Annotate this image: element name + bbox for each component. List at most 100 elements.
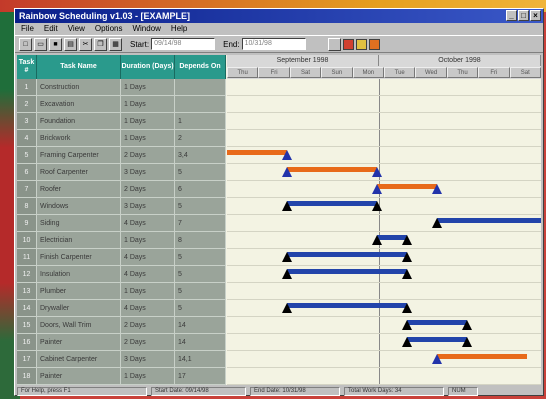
task-name[interactable]: Roofer [37, 181, 121, 197]
milestone-triangle[interactable] [432, 218, 442, 228]
color-red-button[interactable] [342, 38, 354, 50]
task-row[interactable]: 13 Plumber 1 Days 5 [17, 283, 226, 300]
task-duration[interactable]: 4 Days [121, 300, 175, 316]
task-depends[interactable]: 1 [175, 113, 226, 129]
task-depends[interactable] [175, 96, 226, 112]
task-depends[interactable]: 5 [175, 283, 226, 299]
task-name[interactable]: Drywaller [37, 300, 121, 316]
task-row[interactable]: 3 Foundation 1 Days 1 [17, 113, 226, 130]
paste-icon[interactable]: ▦ [109, 37, 122, 51]
task-num[interactable]: 6 [17, 164, 37, 180]
milestone-triangle[interactable] [282, 252, 292, 262]
task-name[interactable]: Finish Carpenter [37, 249, 121, 265]
task-duration[interactable]: 1 Days [121, 283, 175, 299]
task-num[interactable]: 18 [17, 368, 37, 384]
task-num[interactable]: 11 [17, 249, 37, 265]
task-depends[interactable]: 14,1 [175, 351, 226, 367]
task-duration[interactable]: 1 Days [121, 96, 175, 112]
gantt-bar[interactable] [287, 167, 377, 172]
col-header-duration[interactable]: Duration (Days) [121, 55, 175, 79]
task-name[interactable]: Roof Carpenter [37, 164, 121, 180]
milestone-triangle[interactable] [282, 303, 292, 313]
task-depends[interactable]: 5 [175, 198, 226, 214]
end-date-field[interactable]: 10/31/98 [241, 38, 306, 50]
task-duration[interactable]: 2 Days [121, 181, 175, 197]
task-row[interactable]: 17 Cabinet Carpenter 3 Days 14,1 [17, 351, 226, 368]
task-name[interactable]: Plumber [37, 283, 121, 299]
minimize-button[interactable]: _ [506, 10, 517, 21]
milestone-triangle[interactable] [402, 235, 412, 245]
task-duration[interactable]: 4 Days [121, 266, 175, 282]
milestone-triangle[interactable] [372, 201, 382, 211]
milestone-triangle[interactable] [282, 167, 292, 177]
task-row[interactable]: 12 Insulation 4 Days 5 [17, 266, 226, 283]
milestone-triangle[interactable] [402, 303, 412, 313]
menu-options[interactable]: Options [95, 23, 123, 35]
milestone-triangle[interactable] [432, 354, 442, 364]
maximize-button[interactable]: □ [518, 10, 529, 21]
task-depends[interactable] [175, 79, 226, 95]
milestone-triangle[interactable] [462, 337, 472, 347]
new-file-icon[interactable]: □ [19, 37, 32, 51]
task-duration[interactable]: 4 Days [121, 249, 175, 265]
task-duration[interactable]: 4 Days [121, 215, 175, 231]
milestone-triangle[interactable] [372, 184, 382, 194]
gantt-bar[interactable] [287, 303, 407, 308]
task-num[interactable]: 2 [17, 96, 37, 112]
gantt-chart-area[interactable] [227, 79, 541, 385]
milestone-triangle[interactable] [402, 252, 412, 262]
task-row[interactable]: 8 Windows 3 Days 5 [17, 198, 226, 215]
task-row[interactable]: 14 Drywaller 4 Days 5 [17, 300, 226, 317]
col-header-task-num[interactable]: Task # [17, 55, 37, 79]
task-depends[interactable]: 5 [175, 266, 226, 282]
task-depends[interactable]: 5 [175, 164, 226, 180]
milestone-triangle[interactable] [282, 269, 292, 279]
task-row[interactable]: 1 Construction 1 Days [17, 79, 226, 96]
task-row[interactable]: 10 Electrician 1 Days 8 [17, 232, 226, 249]
task-name[interactable]: Excavation [37, 96, 121, 112]
menu-window[interactable]: Window [132, 23, 160, 35]
menu-view[interactable]: View [68, 23, 85, 35]
gantt-bar[interactable] [407, 320, 467, 325]
task-duration[interactable]: 2 Days [121, 147, 175, 163]
task-duration[interactable]: 1 Days [121, 368, 175, 384]
title-bar[interactable]: Rainbow Scheduling v1.03 - [EXAMPLE] _ □… [15, 9, 543, 23]
milestone-triangle[interactable] [432, 184, 442, 194]
task-row[interactable]: 4 Brickwork 1 Days 2 [17, 130, 226, 147]
task-name[interactable]: Painter [37, 334, 121, 350]
milestone-triangle[interactable] [402, 269, 412, 279]
menu-file[interactable]: File [21, 23, 34, 35]
task-duration[interactable]: 1 Days [121, 232, 175, 248]
task-duration[interactable]: 2 Days [121, 317, 175, 333]
start-date-field[interactable]: 09/14/98 [151, 38, 216, 50]
save-icon[interactable]: ■ [49, 37, 62, 51]
milestone-triangle[interactable] [282, 201, 292, 211]
col-header-task-name[interactable]: Task Name [37, 55, 121, 79]
milestone-triangle[interactable] [282, 150, 292, 160]
task-num[interactable]: 7 [17, 181, 37, 197]
menu-edit[interactable]: Edit [44, 23, 58, 35]
task-duration[interactable]: 3 Days [121, 351, 175, 367]
task-duration[interactable]: 3 Days [121, 164, 175, 180]
close-button[interactable]: × [530, 10, 541, 21]
gantt-bar[interactable] [287, 269, 407, 274]
task-row[interactable]: 5 Framing Carpenter 2 Days 3,4 [17, 147, 226, 164]
gantt-bar[interactable] [407, 337, 467, 342]
task-duration[interactable]: 1 Days [121, 130, 175, 146]
gantt-bar[interactable] [377, 184, 437, 189]
task-name[interactable]: Insulation [37, 266, 121, 282]
task-name[interactable]: Electrician [37, 232, 121, 248]
task-name[interactable]: Brickwork [37, 130, 121, 146]
task-duration[interactable]: 1 Days [121, 79, 175, 95]
milestone-triangle[interactable] [462, 320, 472, 330]
milestone-triangle[interactable] [402, 337, 412, 347]
task-duration[interactable]: 1 Days [121, 113, 175, 129]
task-row[interactable]: 6 Roof Carpenter 3 Days 5 [17, 164, 226, 181]
task-num[interactable]: 1 [17, 79, 37, 95]
task-depends[interactable]: 17 [175, 368, 226, 384]
cut-icon[interactable]: ✂ [79, 37, 92, 51]
color-yellow-button[interactable] [355, 38, 367, 50]
task-depends[interactable]: 3,4 [175, 147, 226, 163]
task-num[interactable]: 12 [17, 266, 37, 282]
task-num[interactable]: 5 [17, 147, 37, 163]
